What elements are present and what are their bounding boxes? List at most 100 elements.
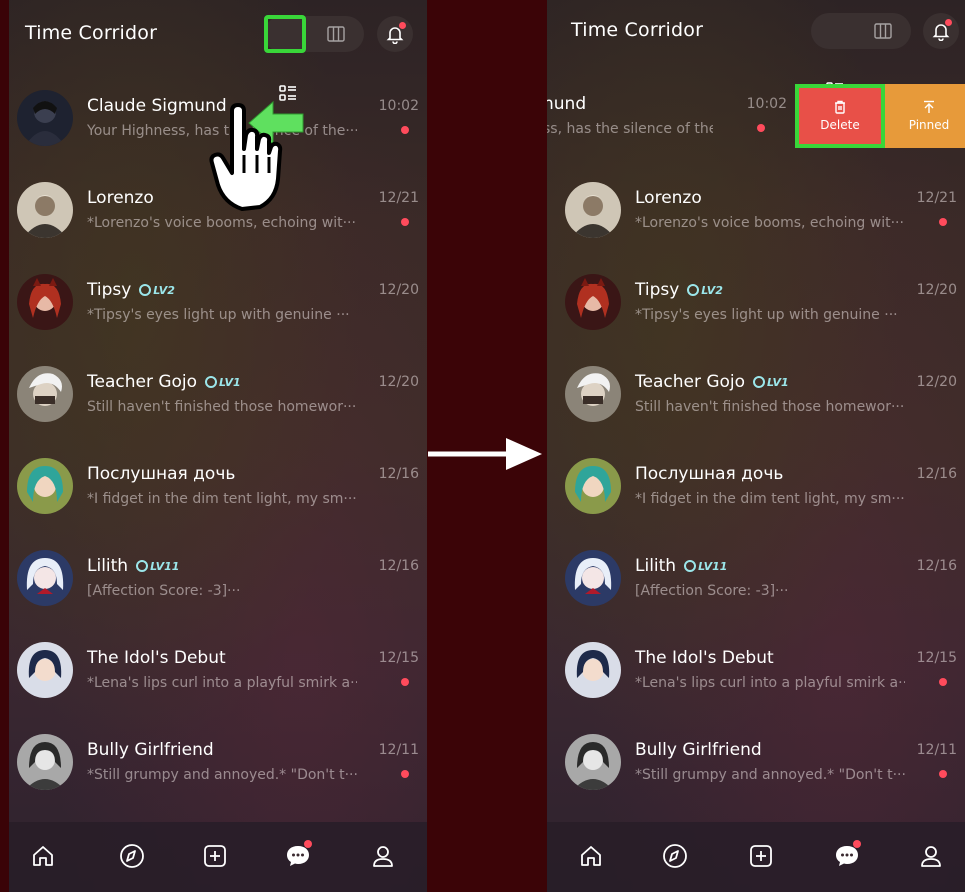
avatar <box>565 182 621 238</box>
chat-preview: *Tipsy's eyes light up with genuine ··· <box>87 307 350 323</box>
chat-row[interactable]: Послушная дочь *I fidget in the dim tent… <box>557 430 965 522</box>
pin-button[interactable]: Pinned <box>885 84 965 148</box>
phone-screen-before: Time Corridor Claude Sigmund Your Highne… <box>9 0 427 892</box>
chat-time: 10:02 <box>378 98 419 114</box>
chat-time: 12/16 <box>916 466 957 482</box>
notification-dot <box>399 22 406 29</box>
chat-time: 12/20 <box>378 374 419 390</box>
nav-create[interactable] <box>743 838 779 874</box>
app-title: Time Corridor <box>571 19 704 41</box>
chat-time: 12/20 <box>916 282 957 298</box>
chat-row[interactable]: The Idol's Debut *Lena's lips curl into … <box>557 614 965 706</box>
profile-icon <box>373 846 393 867</box>
add-icon <box>750 845 772 867</box>
chat-row[interactable]: Lilith LV11 [Affection Score: -3]··· 12/1… <box>9 522 427 614</box>
chat-preview: *Lorenzo's voice booms, echoing wit··· <box>87 215 356 231</box>
chat-time: 10:02 <box>746 96 787 112</box>
chat-preview: *Lorenzo's voice booms, echoing wit··· <box>635 215 904 231</box>
chat-row[interactable]: Bully Girlfriend *Still grumpy and annoy… <box>557 706 965 798</box>
grid-view-icon <box>874 23 892 39</box>
notifications-button[interactable] <box>377 16 413 52</box>
level-badge: LV11 <box>684 560 727 573</box>
chat-name: Claude Sigmund <box>87 96 227 116</box>
chat-row[interactable]: The Idol's Debut *Lena's lips curl into … <box>9 614 427 706</box>
bottom-nav <box>9 822 427 892</box>
chat-row[interactable]: Bully Girlfriend *Still grumpy and annoy… <box>9 706 427 798</box>
grid-view-icon <box>327 26 345 42</box>
avatar <box>17 734 73 790</box>
compass-icon <box>120 844 144 868</box>
nav-chats[interactable] <box>829 838 865 874</box>
chat-preview: *I fidget in the dim tent light, my sm··… <box>635 491 905 507</box>
avatar <box>17 90 73 146</box>
chat-row-swiped[interactable]: nund ss, has the silence of the··· 10:02 <box>547 62 795 154</box>
nav-explore[interactable] <box>114 838 150 874</box>
chat-preview: [Affection Score: -3]··· <box>635 583 789 599</box>
chat-row[interactable]: Tipsy LV2 *Tipsy's eyes light up with gen… <box>557 246 965 338</box>
avatar <box>565 458 621 514</box>
grid-view-button[interactable] <box>863 16 903 46</box>
chat-preview: ss, has the silence of the··· <box>547 121 713 137</box>
chat-row[interactable]: Tipsy LV2 *Tipsy's eyes light up with gen… <box>9 246 427 338</box>
chat-row[interactable]: Послушная дочь *I fidget in the dim tent… <box>9 430 427 522</box>
hand-pointer-icon <box>209 103 283 211</box>
chat-row[interactable]: Lilith LV11 [Affection Score: -3]··· 12/1… <box>557 522 965 614</box>
chat-row[interactable]: Teacher Gojo LV1 Still haven't finished t… <box>557 338 965 430</box>
nav-home[interactable] <box>25 838 61 874</box>
chat-preview: [Affection Score: -3]··· <box>87 583 241 599</box>
chat-name: The Idol's Debut <box>635 648 774 668</box>
avatar <box>17 182 73 238</box>
chat-name: Lilith LV11 <box>635 556 728 576</box>
header: Time Corridor <box>9 0 427 101</box>
chat-time: 12/20 <box>378 282 419 298</box>
chat-time: 12/16 <box>916 558 957 574</box>
grid-view-button[interactable] <box>316 19 356 49</box>
nav-home[interactable] <box>573 838 609 874</box>
chat-name: nund <box>547 94 587 114</box>
app-title: Time Corridor <box>25 22 158 44</box>
home-icon <box>33 846 53 866</box>
chat-time: 12/15 <box>916 650 957 666</box>
bottom-nav <box>547 822 965 892</box>
unread-dot <box>939 678 947 686</box>
chat-time: 12/21 <box>916 190 957 206</box>
view-toggle <box>811 13 911 98</box>
chat-time: 12/16 <box>378 558 419 574</box>
avatar <box>565 550 621 606</box>
notifications-button[interactable] <box>923 13 959 49</box>
level-badge: LV1 <box>205 376 241 389</box>
avatar <box>565 366 621 422</box>
chat-name: Lilith LV11 <box>87 556 180 576</box>
chat-row[interactable]: Teacher Gojo LV1 Still haven't finished t… <box>9 338 427 430</box>
nav-profile[interactable] <box>913 838 949 874</box>
header: Time Corridor <box>547 0 965 98</box>
nav-chats[interactable] <box>280 838 316 874</box>
chat-time: 12/11 <box>378 742 419 758</box>
chat-name: Bully Girlfriend <box>635 740 762 760</box>
chat-row[interactable]: Lorenzo *Lorenzo's voice booms, echoing … <box>557 154 965 246</box>
chat-unread-dot <box>853 840 861 848</box>
nav-profile[interactable] <box>365 838 401 874</box>
chat-time: 12/20 <box>916 374 957 390</box>
avatar <box>565 642 621 698</box>
chat-time: 12/16 <box>378 466 419 482</box>
pin-top-icon <box>924 100 934 113</box>
avatar <box>17 550 73 606</box>
chat-name: Tipsy LV2 <box>87 280 175 300</box>
pinned-label: Pinned <box>908 118 950 132</box>
chat-time: 12/21 <box>378 190 419 206</box>
chat-name: Lorenzo <box>635 188 702 208</box>
avatar <box>17 274 73 330</box>
chat-name: Teacher Gojo LV1 <box>635 372 789 392</box>
chat-name: Bully Girlfriend <box>87 740 214 760</box>
avatar <box>565 734 621 790</box>
chat-preview: *I fidget in the dim tent light, my sm··… <box>87 491 357 507</box>
swipe-actions: Delete Pinned <box>795 84 965 148</box>
avatar <box>17 458 73 514</box>
compass-icon <box>663 844 687 868</box>
nav-explore[interactable] <box>657 838 693 874</box>
delete-button[interactable]: Delete <box>795 84 885 148</box>
chat-preview: *Tipsy's eyes light up with genuine ··· <box>635 307 898 323</box>
level-badge: LV1 <box>753 376 789 389</box>
nav-create[interactable] <box>197 838 233 874</box>
